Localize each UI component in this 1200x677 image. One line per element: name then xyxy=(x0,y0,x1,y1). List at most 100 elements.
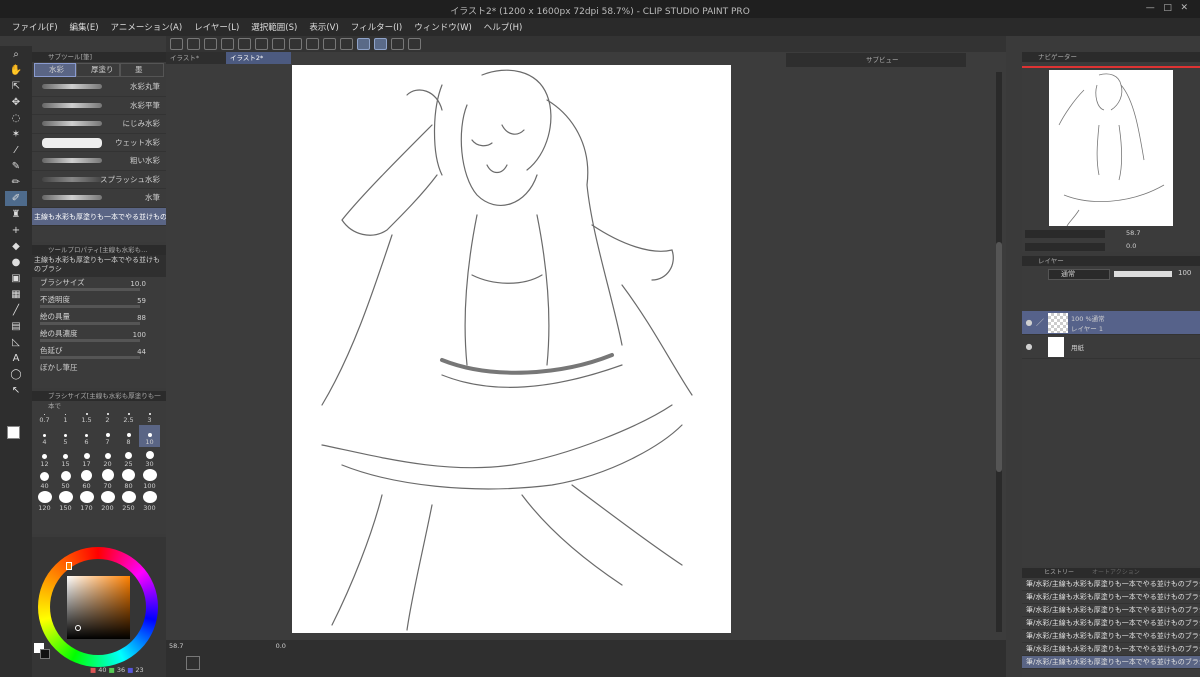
menu-view[interactable]: 表示(V) xyxy=(309,21,338,33)
eye-icon[interactable]: ● xyxy=(1022,318,1036,327)
brush-size-cell[interactable]: 40 xyxy=(34,469,55,491)
new-icon[interactable] xyxy=(187,38,200,50)
tab-doc1[interactable]: イラスト* xyxy=(166,52,226,64)
brush-size-cell[interactable]: 30 xyxy=(139,447,160,469)
history-item[interactable]: 筆/水彩/主線も水彩も厚塗りも一本でやる並けものブラシ xyxy=(1022,643,1200,656)
help-icon[interactable] xyxy=(408,38,421,50)
deselect-icon[interactable] xyxy=(323,38,336,50)
main-color-swatch[interactable] xyxy=(7,426,20,439)
brush-size-cell[interactable]: 60 xyxy=(76,469,97,491)
history-item[interactable]: 筆/水彩/主線も水彩も厚塗りも一本でやる並けものブラシ xyxy=(1022,578,1200,591)
navigator-zoom[interactable]: 58.7 xyxy=(1126,229,1140,237)
brush-size-cell[interactable]: 25 xyxy=(118,447,139,469)
menu-edit[interactable]: 編集(E) xyxy=(70,21,99,33)
color-picker-cursor[interactable] xyxy=(75,625,81,631)
navigator-angle[interactable]: 0.0 xyxy=(1126,242,1136,250)
auto-action-tab[interactable]: オートアクション xyxy=(1092,568,1140,578)
pencil-icon[interactable]: ✏ xyxy=(5,175,27,190)
layer-row[interactable]: ● 用紙 xyxy=(1022,335,1200,359)
device-icon[interactable] xyxy=(391,38,404,50)
brush-size-cell[interactable]: 200 xyxy=(97,491,118,513)
text-icon[interactable]: A xyxy=(5,351,27,366)
brush-item[interactable]: スプラッシュ水彩 xyxy=(32,171,166,189)
window-controls[interactable]: — □ ✕ xyxy=(1146,3,1188,13)
brush-size-cell[interactable]: 4 xyxy=(34,425,55,447)
pen-lock-icon[interactable]: ／ xyxy=(1036,317,1048,328)
history-item[interactable]: 筆/水彩/主線も水彩も厚塗りも一本でやる並けものブラシ xyxy=(1022,591,1200,604)
menu-help[interactable]: ヘルプ(H) xyxy=(484,21,523,33)
brush-size-cell[interactable]: 80 xyxy=(118,469,139,491)
tab-doc2[interactable]: イラスト2* xyxy=(226,52,291,64)
clear-icon[interactable] xyxy=(272,38,285,50)
menu-animation[interactable]: アニメーション(A) xyxy=(111,21,183,33)
brush-size-cell[interactable]: 170 xyxy=(76,491,97,513)
history-item[interactable]: 筆/水彩/主線も水彩も厚塗りも一本でやる並けものブラシ xyxy=(1022,656,1200,669)
pen-icon[interactable]: ✎ xyxy=(5,159,27,174)
brush-size-cell[interactable]: 150 xyxy=(55,491,76,513)
status-angle[interactable]: 0.0 xyxy=(276,642,286,650)
figure-icon[interactable]: ╱ xyxy=(5,303,27,318)
navigator-preview[interactable] xyxy=(1049,70,1173,227)
prop-paint-amount[interactable]: 絵の具量 88 xyxy=(32,311,166,328)
navigator-rotate-slider[interactable] xyxy=(1025,243,1105,251)
brush-size-cell[interactable]: 8 xyxy=(118,425,139,447)
crop-icon[interactable] xyxy=(340,38,353,50)
auto-select-icon[interactable]: ✶ xyxy=(5,127,27,142)
gradient-icon[interactable]: ▦ xyxy=(5,287,27,302)
frame-icon[interactable]: ▤ xyxy=(5,319,27,334)
brush-size-cell[interactable]: 2 xyxy=(97,403,118,425)
prop-opacity[interactable]: 不透明度 59 xyxy=(32,294,166,311)
eye-icon[interactable]: ● xyxy=(1022,342,1036,351)
brush-size-cell[interactable]: 1 xyxy=(55,403,76,425)
brush-size-cell[interactable]: 12 xyxy=(34,447,55,469)
open-icon[interactable] xyxy=(204,38,217,50)
move-icon[interactable]: ✥ xyxy=(5,95,27,110)
brush-size-cell[interactable]: 6 xyxy=(76,425,97,447)
eyedropper-icon[interactable]: ⁄ xyxy=(5,143,27,158)
lasso-icon[interactable]: ◌ xyxy=(5,111,27,126)
brush-size-cell[interactable]: 70 xyxy=(97,469,118,491)
scrollbar-thumb[interactable] xyxy=(996,242,1002,472)
blend-icon[interactable]: ● xyxy=(5,255,27,270)
history-tab[interactable]: ヒストリー xyxy=(1022,568,1092,578)
prop-paint-density[interactable]: 絵の具濃度 100 xyxy=(32,328,166,345)
brush-item[interactable]: ウェット水彩 xyxy=(32,134,166,152)
snap-ruler-icon[interactable] xyxy=(357,38,370,50)
status-zoom[interactable]: 58.7 xyxy=(169,642,183,650)
correct-line-icon[interactable]: ↖ xyxy=(5,383,27,398)
brush-item[interactable]: にじみ水彩 xyxy=(32,115,166,134)
ruler-icon[interactable]: ◺ xyxy=(5,335,27,350)
redo-icon[interactable] xyxy=(255,38,268,50)
brush-size-cell[interactable]: 100 xyxy=(139,469,160,491)
undo-icon[interactable] xyxy=(238,38,251,50)
brush-size-cell[interactable]: 10 xyxy=(139,425,160,447)
group-tab-thick[interactable]: 厚塗り xyxy=(76,63,120,77)
history-item[interactable]: 筆/水彩/主線も水彩も厚塗りも一本でやる並けものブラシ xyxy=(1022,630,1200,643)
layer-opacity-slider[interactable] xyxy=(1114,271,1172,277)
menu-window[interactable]: ウィンドウ(W) xyxy=(414,21,472,33)
brush-item[interactable]: 水彩平筆 xyxy=(32,97,166,115)
brush-size-cell[interactable]: 5 xyxy=(55,425,76,447)
app-icon[interactable] xyxy=(170,38,183,50)
layer-row[interactable]: ● ／ 100 %通常 レイヤー 1 xyxy=(1022,311,1200,335)
snap-special-ruler-icon[interactable] xyxy=(374,38,387,50)
brush-size-cell[interactable]: 50 xyxy=(55,469,76,491)
hand-icon[interactable]: ✋ xyxy=(5,63,27,78)
brush-item[interactable]: 粗い水彩 xyxy=(32,152,166,171)
prop-blur-pressure[interactable]: ぼかし筆圧 xyxy=(32,362,166,372)
brush-size-cell[interactable]: 3 xyxy=(139,403,160,425)
canvas-layout-icon[interactable] xyxy=(186,656,200,670)
brush-size-cell[interactable]: 15 xyxy=(55,447,76,469)
airbrush-icon[interactable]: ♜ xyxy=(5,207,27,222)
layer-opacity-value[interactable]: 100 xyxy=(1178,269,1191,277)
brush-size-cell[interactable]: 20 xyxy=(97,447,118,469)
decoration-icon[interactable]: + xyxy=(5,223,27,238)
blend-mode-select[interactable]: 通常 xyxy=(1048,269,1110,280)
brush-size-cell[interactable]: 0.7 xyxy=(34,403,55,425)
history-item[interactable]: 筆/水彩/主線も水彩も厚塗りも一本でやる並けものブラシ xyxy=(1022,604,1200,617)
brush-size-cell[interactable]: 7 xyxy=(97,425,118,447)
zoom-icon[interactable]: ⌕ xyxy=(5,47,27,62)
menu-layer[interactable]: レイヤー(L) xyxy=(194,21,239,33)
brush-size-cell[interactable]: 2.5 xyxy=(118,403,139,425)
group-tab-watercolor[interactable]: 水彩 xyxy=(34,63,76,77)
